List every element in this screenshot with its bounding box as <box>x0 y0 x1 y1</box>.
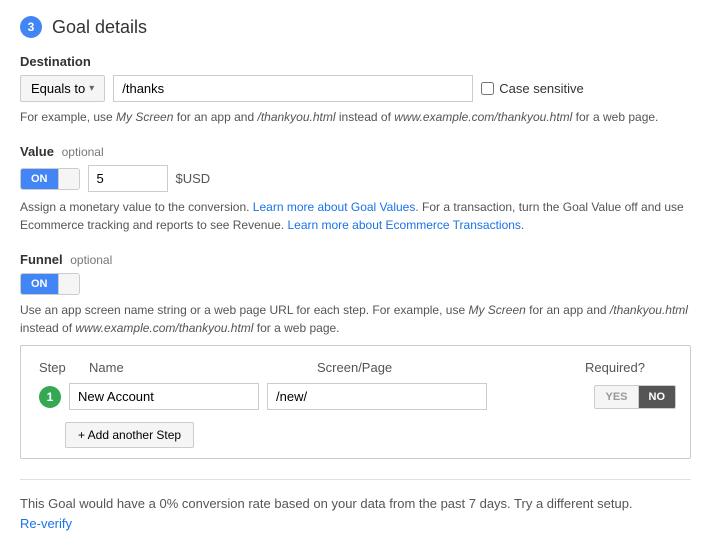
hint-mid1: for an app and <box>173 110 257 124</box>
required-no-btn[interactable]: NO <box>638 386 676 408</box>
value-group: Value optional ON $USD Assign a monetary… <box>20 144 691 234</box>
funnel-toggle[interactable]: ON <box>20 273 80 295</box>
value-hint3: . <box>521 218 524 232</box>
funnel-hint-end2: for a web page. <box>253 321 339 335</box>
value-hint: Assign a monetary value to the conversio… <box>20 198 691 234</box>
step-number: 3 <box>28 20 35 34</box>
section-header: 3 Goal details <box>20 16 691 38</box>
funnel-hint: Use an app screen name string or a web p… <box>20 301 691 337</box>
section-title: Goal details <box>52 17 147 38</box>
step-circle: 3 <box>20 16 42 38</box>
funnel-hint-prefix: Use an app screen name string or a web p… <box>20 303 468 317</box>
destination-row: Equals to ▾ Case sensitive <box>20 75 691 102</box>
hint-example: www.example.com/thankyou.html <box>394 110 572 124</box>
col-name-header: Name <box>89 360 309 375</box>
value-toggle[interactable]: ON <box>20 168 80 190</box>
value-optional: optional <box>62 145 104 159</box>
funnel-group: Funnel optional ON Use an app screen nam… <box>20 252 691 459</box>
value-label: Value <box>20 144 54 159</box>
col-step-header: Step <box>39 360 89 375</box>
table-row: 1 YES NO <box>35 383 676 410</box>
funnel-optional: optional <box>70 253 112 267</box>
destination-label: Destination <box>20 54 91 69</box>
add-step-button[interactable]: + Add another Step <box>65 422 194 448</box>
conversion-rate-notice: This Goal would have a 0% conversion rat… <box>20 494 691 514</box>
equals-to-label: Equals to <box>31 81 85 96</box>
funnel-header-row: Step Name Screen/Page Required? <box>35 360 676 375</box>
case-sensitive-wrap: Case sensitive <box>481 81 584 96</box>
reverify-link[interactable]: Re-verify <box>20 516 72 531</box>
bottom-notice: This Goal would have a 0% conversion rat… <box>20 479 691 533</box>
funnel-step-screen-input[interactable] <box>267 383 487 410</box>
col-required-header: Required? <box>545 360 645 375</box>
chevron-down-icon: ▾ <box>89 83 94 94</box>
destination-hint: For example, use My Screen for an app an… <box>20 108 691 126</box>
funnel-hint-my-screen: My Screen <box>468 303 525 317</box>
funnel-hint-example: www.example.com/thankyou.html <box>75 321 253 335</box>
currency-label: $USD <box>176 171 211 186</box>
funnel-step-name-input[interactable] <box>69 383 259 410</box>
value-hint1: Assign a monetary value to the conversio… <box>20 200 253 214</box>
hint-my-screen: My Screen <box>116 110 173 124</box>
funnel-toggle-off[interactable] <box>58 274 79 294</box>
funnel-toggle-on[interactable]: ON <box>21 274 58 294</box>
hint-end: for a web page. <box>572 110 658 124</box>
hint-prefix: For example, use <box>20 110 116 124</box>
funnel-label: Funnel <box>20 252 63 267</box>
funnel-hint-mid: for an app and <box>526 303 610 317</box>
case-sensitive-checkbox[interactable] <box>481 82 494 95</box>
destination-url-input[interactable] <box>113 75 473 102</box>
col-screen-header: Screen/Page <box>317 360 537 375</box>
hint-thankyou: /thankyou.html <box>257 110 335 124</box>
equals-to-button[interactable]: Equals to ▾ <box>20 75 105 102</box>
required-toggle[interactable]: YES NO <box>594 385 676 409</box>
value-toggle-on[interactable]: ON <box>21 169 58 189</box>
required-yes-btn[interactable]: YES <box>595 386 637 408</box>
value-toggle-off[interactable] <box>58 169 79 189</box>
step-num-label: 1 <box>47 390 54 404</box>
destination-group: Destination Equals to ▾ Case sensitive F… <box>20 54 691 126</box>
value-toggle-row: ON $USD <box>20 165 691 192</box>
funnel-toggle-row: ON <box>20 273 691 295</box>
funnel-hint-thankyou: /thankyou.html <box>610 303 688 317</box>
hint-mid2: instead of <box>336 110 395 124</box>
funnel-table: Step Name Screen/Page Required? 1 YES NO… <box>20 345 691 459</box>
step-number-circle: 1 <box>39 386 61 408</box>
goal-values-link[interactable]: Learn more about Goal Values <box>253 200 416 214</box>
case-sensitive-label: Case sensitive <box>499 81 584 96</box>
funnel-hint-end: instead of <box>20 321 75 335</box>
ecommerce-link[interactable]: Learn more about Ecommerce Transactions <box>287 218 520 232</box>
value-amount-input[interactable] <box>88 165 168 192</box>
